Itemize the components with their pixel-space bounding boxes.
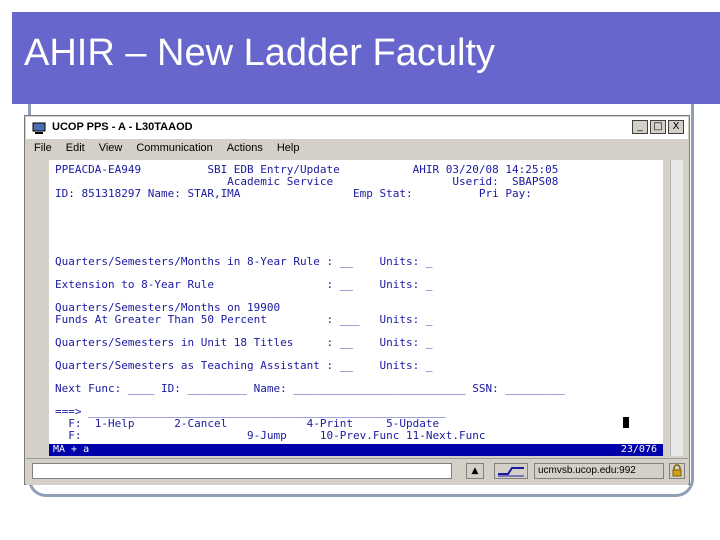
minimize-button[interactable]: _ bbox=[632, 120, 648, 134]
menu-edit[interactable]: Edit bbox=[66, 139, 85, 157]
menu-actions[interactable]: Actions bbox=[227, 139, 263, 157]
statusbar-message-field bbox=[32, 463, 452, 479]
slide-title: AHIR – New Ladder Faculty bbox=[24, 32, 495, 74]
app-icon bbox=[32, 122, 46, 134]
menu-help[interactable]: Help bbox=[277, 139, 300, 157]
connection-status-icon bbox=[494, 463, 528, 479]
menu-bar: File Edit View Communication Actions Hel… bbox=[26, 139, 688, 157]
terminal-window: UCOP PPS - A - L30TAAOD _ □ X File Edit … bbox=[24, 115, 690, 485]
title-rule bbox=[12, 93, 637, 96]
menu-communication[interactable]: Communication bbox=[136, 139, 212, 157]
lock-icon bbox=[669, 463, 685, 479]
scroll-up-button[interactable]: ▲ bbox=[466, 463, 484, 479]
window-title: UCOP PPS - A - L30TAAOD bbox=[52, 121, 193, 133]
terminal-line: Funds At Greater Than 50 Percent : ___ U… bbox=[55, 313, 433, 326]
terminal-line: Quarters/Semesters/Months in 8-Year Rule… bbox=[55, 255, 433, 268]
terminal-line: Next Func: ____ ID: _________ Name: ____… bbox=[55, 382, 565, 395]
status-left: MA + a bbox=[53, 444, 90, 455]
window-statusbar: ▲ ucmvsb.ucop.edu:992 bbox=[26, 458, 688, 485]
terminal-cursor bbox=[623, 417, 629, 428]
menu-view[interactable]: View bbox=[99, 139, 123, 157]
menu-file[interactable]: File bbox=[34, 139, 52, 157]
status-cursor-position: 23/076 bbox=[620, 444, 657, 455]
terminal-status-line: MA + a 23/076 bbox=[49, 444, 663, 456]
vertical-scrollbar[interactable] bbox=[670, 160, 683, 456]
function-keys-line: F: 9-Jump 10-Prev.Func 11-Next.Func bbox=[55, 429, 486, 442]
terminal-line: ID: 851318297 Name: STAR,IMA Emp Stat: P… bbox=[55, 187, 532, 200]
host-address: ucmvsb.ucop.edu:992 bbox=[534, 463, 664, 479]
terminal-line: Quarters/Semesters as Teaching Assistant… bbox=[55, 359, 433, 372]
maximize-button[interactable]: □ bbox=[650, 120, 666, 134]
window-titlebar[interactable]: UCOP PPS - A - L30TAAOD _ □ X bbox=[26, 117, 688, 139]
close-button[interactable]: X bbox=[668, 120, 684, 134]
terminal-line: Quarters/Semesters in Unit 18 Titles : _… bbox=[55, 336, 433, 349]
terminal-screen[interactable]: PPEACDA-EA949 SBI EDB Entry/Update AHIR … bbox=[49, 160, 663, 456]
terminal-line: Extension to 8-Year Rule : __ Units: _ bbox=[55, 278, 433, 291]
